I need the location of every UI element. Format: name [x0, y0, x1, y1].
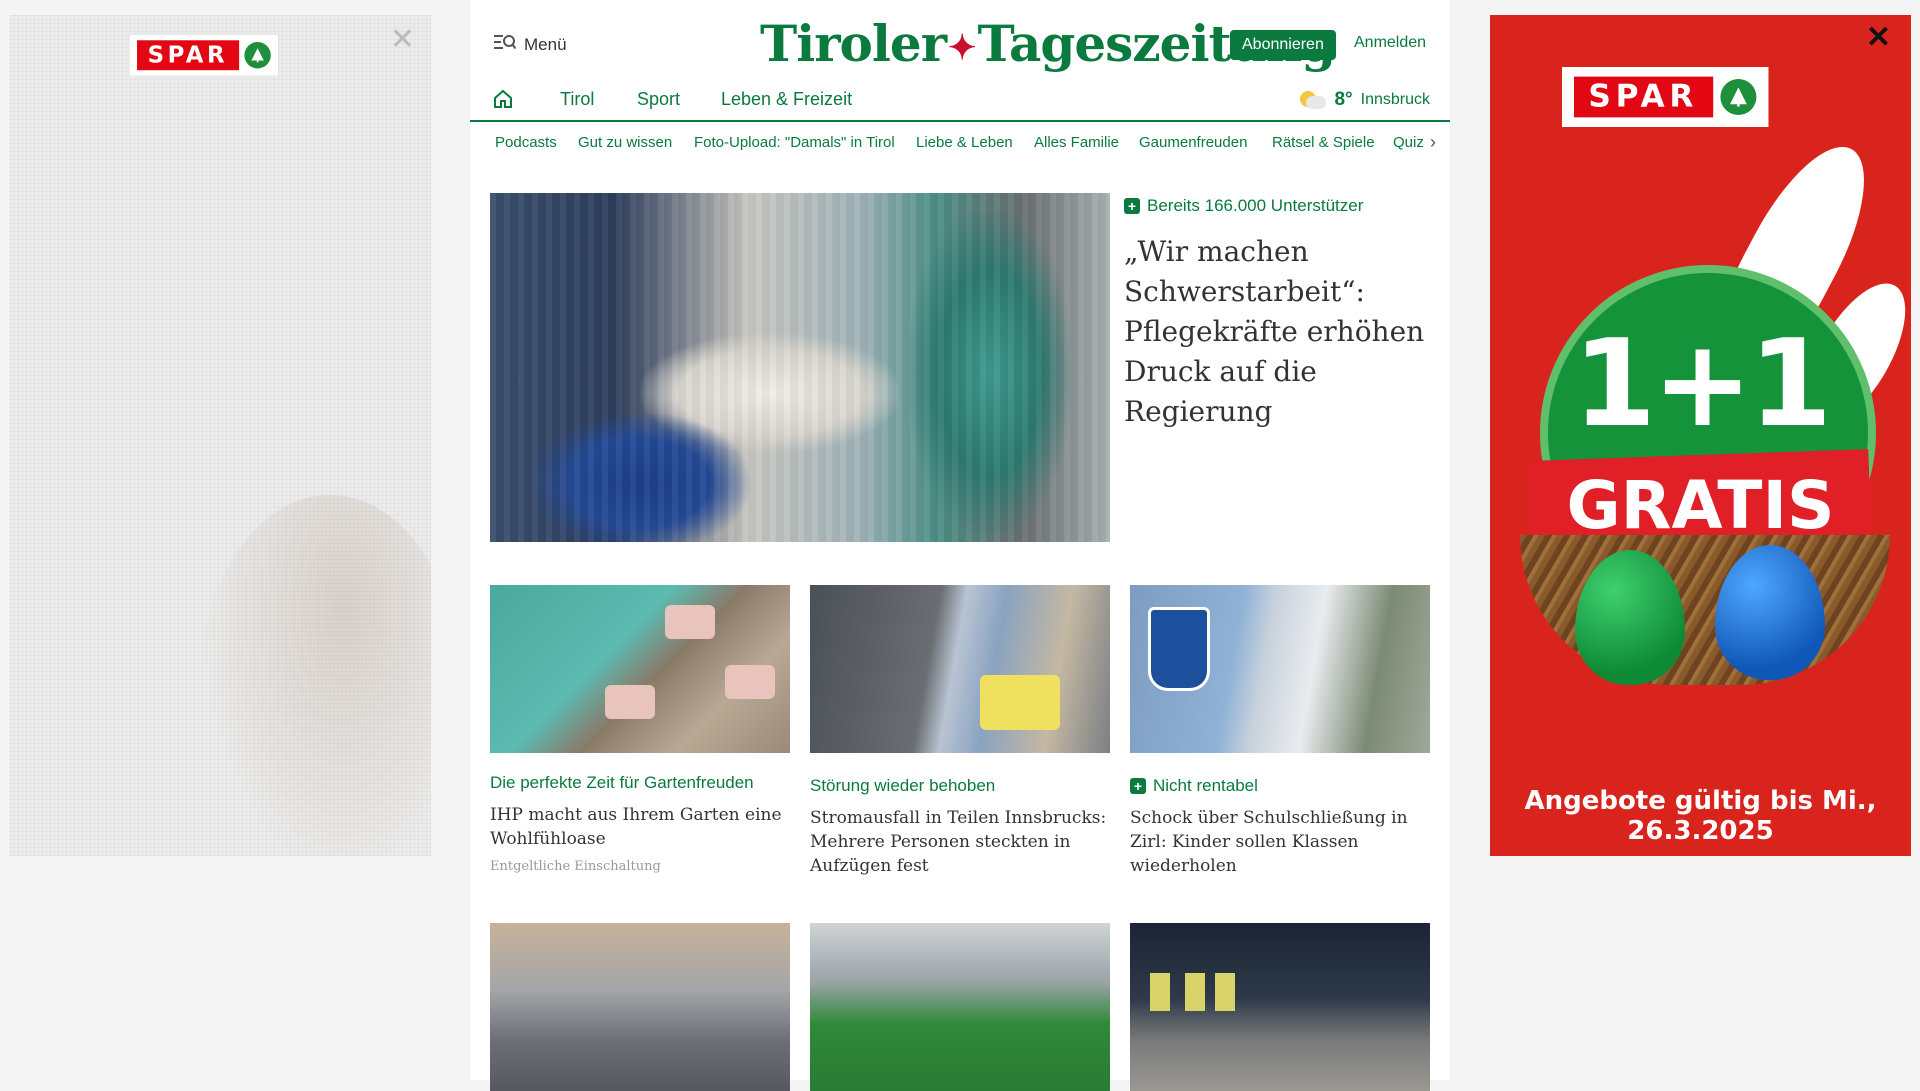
- subnav-item-quiz[interactable]: Quiz: [1393, 134, 1424, 151]
- article-image-traffic[interactable]: [490, 923, 790, 1091]
- close-icon[interactable]: ✕: [1866, 23, 1891, 53]
- spar-logo-text: SPAR: [1574, 76, 1713, 118]
- hero-image[interactable]: [490, 193, 1110, 542]
- article-card[interactable]: [810, 923, 1110, 1091]
- article-card[interactable]: [1130, 923, 1430, 1091]
- spar-logo: SPAR: [130, 35, 278, 76]
- subnav-item-podcasts[interactable]: Podcasts: [495, 134, 557, 151]
- sponsored-label: Entgeltliche Einschaltung: [490, 859, 661, 874]
- plus-icon: +: [1130, 778, 1146, 794]
- subnav-item-gaumenfreuden[interactable]: Gaumenfreuden: [1139, 134, 1247, 151]
- school-sign: [1148, 607, 1210, 691]
- nav-item-leben-freizeit[interactable]: Leben & Freizeit: [721, 89, 852, 110]
- offer-validity: Angebote gültig bis Mi., 26.3.2025: [1524, 786, 1877, 846]
- weather-city: Innsbruck: [1360, 91, 1430, 108]
- subscribe-button[interactable]: Abonnieren: [1230, 30, 1336, 60]
- left-advertisement[interactable]: SPAR ✕: [10, 15, 431, 856]
- article-title[interactable]: IHP macht aus Ihrem Garten eine Wohlfühl…: [490, 803, 790, 851]
- ad-background-figure: [200, 495, 431, 856]
- article-image-accident[interactable]: [1130, 923, 1430, 1091]
- spar-tree-icon: [1719, 79, 1756, 115]
- menu-label: Menü: [524, 34, 567, 54]
- subnav-item-gut-zu-wissen[interactable]: Gut zu wissen: [578, 134, 672, 151]
- article-title[interactable]: Schock über Schulschließung in Zirl: Kin…: [1130, 806, 1430, 878]
- garden-chair: [605, 685, 655, 719]
- hero-tag: + Bereits 166.000 Unterstützer: [1124, 196, 1363, 216]
- emergency-van: [980, 675, 1060, 730]
- subnav-item-raetsel-spiele[interactable]: Rätsel & Spiele: [1272, 134, 1375, 151]
- logo-text-left: Tiroler: [760, 14, 947, 73]
- article-kicker-text: Nicht rentabel: [1153, 776, 1258, 795]
- article-kicker: + Nicht rentabel: [1130, 776, 1430, 796]
- article-card[interactable]: Die perfekte Zeit für Gartenfreuden IHP …: [490, 585, 790, 874]
- nav-item-sport[interactable]: Sport: [637, 89, 680, 110]
- article-kicker: Die perfekte Zeit für Gartenfreuden: [490, 773, 754, 792]
- menu-button[interactable]: Menü: [494, 34, 567, 55]
- spar-logo: SPAR: [1562, 67, 1768, 127]
- subnav-item-liebe-leben[interactable]: Liebe & Leben: [916, 134, 1013, 151]
- site-header: Menü Tiroler✦Tageszeitung Abonnieren Anm…: [470, 0, 1450, 80]
- spar-logo-text: SPAR: [137, 40, 239, 71]
- eagle-icon: ✦: [948, 28, 976, 68]
- login-link[interactable]: Anmelden: [1354, 34, 1426, 52]
- article-card[interactable]: [490, 923, 790, 1091]
- close-icon[interactable]: ✕: [390, 25, 415, 55]
- weather-temperature: 8°: [1334, 89, 1353, 110]
- hero-image-motion-blur: [490, 193, 1110, 542]
- right-advertisement[interactable]: SPAR ✕ 1+1 GRATIS Angebote gültig bis Mi…: [1490, 15, 1911, 856]
- garden-chair: [665, 605, 715, 639]
- article-kicker: Störung wieder behoben: [810, 776, 996, 795]
- easter-nest: [1520, 535, 1890, 685]
- search-menu-icon: [494, 34, 517, 55]
- firefighter: [1185, 973, 1205, 1011]
- article-image-power-outage[interactable]: [810, 585, 1110, 753]
- article-image-soccer[interactable]: [810, 923, 1110, 1091]
- sub-navigation: Podcasts Gut zu wissen Foto-Upload: "Dam…: [470, 122, 1450, 162]
- partly-sunny-icon: [1300, 91, 1327, 109]
- article-card[interactable]: Störung wieder behoben Stromausfall in T…: [810, 585, 1110, 878]
- garden-chair: [725, 665, 775, 699]
- offer-word: GRATIS: [1566, 467, 1835, 544]
- nav-item-tirol[interactable]: Tirol: [560, 89, 594, 110]
- home-icon[interactable]: [492, 88, 514, 110]
- plus-icon: +: [1124, 198, 1140, 214]
- article-title[interactable]: Stromausfall in Teilen Innsbrucks: Mehre…: [810, 806, 1110, 878]
- subnav-item-alles-familie[interactable]: Alles Familie: [1034, 134, 1119, 151]
- main-content: Menü Tiroler✦Tageszeitung Abonnieren Anm…: [470, 0, 1450, 1091]
- article-card[interactable]: + Nicht rentabel Schock über Schulschlie…: [1130, 585, 1430, 878]
- hero-headline[interactable]: „Wir machen Schwerstarbeit“: Pflegekräft…: [1124, 232, 1434, 432]
- chevron-right-icon[interactable]: ›: [1430, 132, 1436, 153]
- main-navigation: Tirol Sport Leben & Freizeit 8° Innsbruc…: [470, 80, 1450, 122]
- weather-widget[interactable]: 8° Innsbruck: [1300, 89, 1430, 111]
- offer-text: 1+1: [1572, 315, 1833, 454]
- firefighter: [1150, 973, 1170, 1011]
- spar-tree-icon: [244, 42, 271, 69]
- firefighter: [1215, 973, 1235, 1011]
- article-image-school[interactable]: [1130, 585, 1430, 753]
- hero-tag-text: Bereits 166.000 Unterstützer: [1147, 196, 1364, 215]
- article-image-garden[interactable]: [490, 585, 790, 753]
- subnav-item-foto-upload[interactable]: Foto-Upload: "Damals" in Tirol: [694, 134, 895, 151]
